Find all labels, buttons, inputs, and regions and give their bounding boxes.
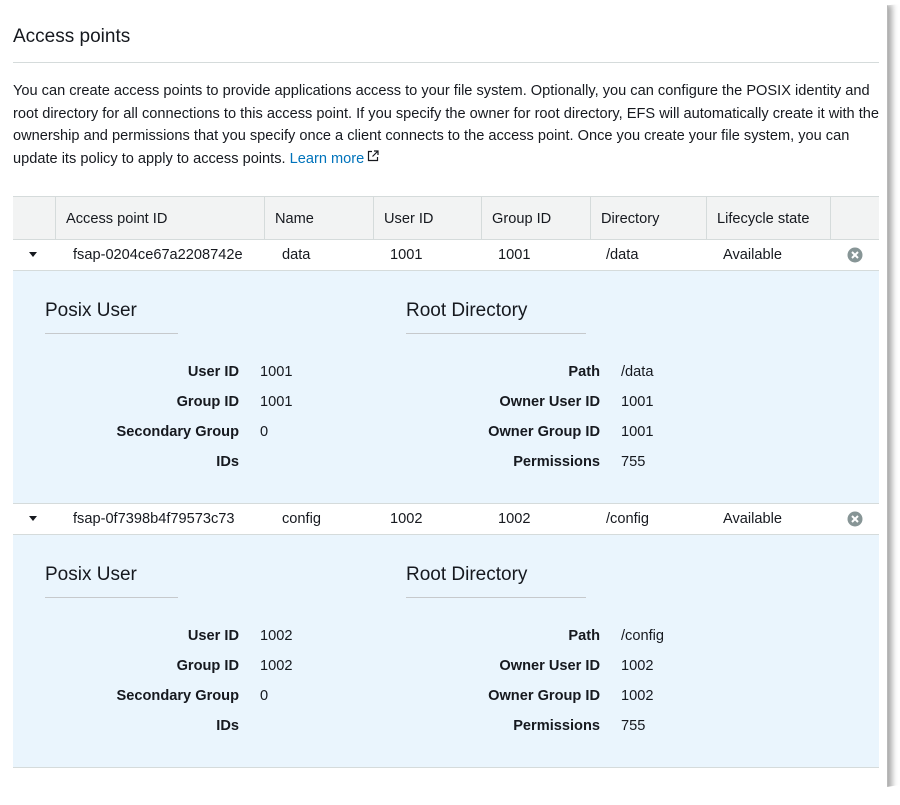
- cell-user-id: 1001: [390, 247, 423, 263]
- secondary-group-value: 0: [260, 424, 269, 440]
- cell-lifecycle-state: Available: [723, 247, 782, 263]
- remove-access-point-icon[interactable]: [847, 511, 863, 527]
- user-id-value: 1002: [260, 628, 293, 644]
- column-header-group-id[interactable]: Group ID: [482, 197, 551, 239]
- user-id-label: User ID: [187, 628, 239, 644]
- permissions-value: 755: [621, 718, 646, 734]
- access-point-details: Posix User Root Directory User ID 1001 G…: [13, 270, 879, 504]
- group-id-value: 1001: [260, 394, 293, 410]
- permissions-label: Permissions: [513, 718, 600, 734]
- owner-group-id-label: Owner Group ID: [488, 424, 600, 440]
- owner-user-id-value: 1002: [621, 658, 654, 674]
- owner-group-id-value: 1001: [621, 424, 654, 440]
- column-header-name[interactable]: Name: [265, 197, 314, 239]
- cell-access-point-id: fsap-0204ce67a2208742e: [73, 247, 243, 263]
- secondary-group-label-ids: IDs: [216, 454, 239, 470]
- root-directory-divider: [406, 597, 586, 598]
- path-label: Path: [568, 628, 600, 644]
- group-id-label: Group ID: [176, 394, 239, 410]
- secondary-group-label-ids: IDs: [216, 718, 239, 734]
- learn-more-label: Learn more: [289, 150, 365, 167]
- root-directory-divider: [406, 333, 586, 334]
- title-divider: [13, 62, 879, 63]
- cell-lifecycle-state: Available: [723, 511, 782, 527]
- access-point-details: Posix User Root Directory User ID 1002 G…: [13, 534, 879, 768]
- owner-group-id-label: Owner Group ID: [488, 688, 600, 704]
- secondary-group-value: 0: [260, 688, 269, 704]
- posix-user-divider: [45, 597, 178, 598]
- cell-group-id: 1002: [498, 511, 531, 527]
- posix-user-title: Posix User: [45, 300, 137, 321]
- cell-directory: /config: [606, 511, 649, 527]
- access-points-panel: Access points You can create access poin…: [0, 0, 888, 795]
- permissions-label: Permissions: [513, 454, 600, 470]
- permissions-value: 755: [621, 454, 646, 470]
- cell-group-id: 1001: [498, 247, 531, 263]
- header-separator: [830, 197, 831, 239]
- posix-user-divider: [45, 333, 178, 334]
- cell-name: data: [282, 247, 311, 263]
- owner-user-id-value: 1001: [621, 394, 654, 410]
- table-row[interactable]: fsap-0204ce67a2208742e data 1001 1001 /d…: [13, 240, 879, 270]
- owner-user-id-label: Owner User ID: [499, 394, 600, 410]
- cell-name: config: [282, 511, 321, 527]
- table-row[interactable]: fsap-0f7398b4f79573c73 config 1002 1002 …: [13, 504, 879, 534]
- user-id-label: User ID: [187, 364, 239, 380]
- column-header-lifecycle-state[interactable]: Lifecycle state: [707, 197, 809, 239]
- column-header-user-id[interactable]: User ID: [374, 197, 433, 239]
- user-id-value: 1001: [260, 364, 293, 380]
- path-value: /data: [621, 364, 654, 380]
- section-description: You can create access points to provide …: [13, 80, 883, 170]
- root-directory-title: Root Directory: [406, 564, 528, 585]
- secondary-group-label: Secondary Group: [116, 424, 239, 440]
- external-link-icon: [368, 149, 379, 161]
- group-id-value: 1002: [260, 658, 293, 674]
- section-title: Access points: [13, 26, 131, 47]
- posix-user-title: Posix User: [45, 564, 137, 585]
- cell-user-id: 1002: [390, 511, 423, 527]
- owner-user-id-label: Owner User ID: [499, 658, 600, 674]
- description-text: You can create access points to provide …: [13, 83, 879, 167]
- torn-edge-top: [0, 0, 900, 9]
- table-header: Access point ID Name User ID Group ID Di…: [13, 196, 879, 240]
- torn-edge-bottom: [0, 782, 900, 805]
- secondary-group-label: Secondary Group: [116, 688, 239, 704]
- cell-directory: /data: [606, 247, 639, 263]
- learn-more-link[interactable]: Learn more: [289, 149, 380, 167]
- remove-access-point-icon[interactable]: [847, 247, 863, 263]
- cell-access-point-id: fsap-0f7398b4f79573c73: [73, 511, 235, 527]
- root-directory-title: Root Directory: [406, 300, 528, 321]
- column-header-access-point-id[interactable]: Access point ID: [56, 197, 167, 239]
- group-id-label: Group ID: [176, 658, 239, 674]
- expand-caret-icon[interactable]: [29, 252, 37, 257]
- expand-caret-icon[interactable]: [29, 516, 37, 521]
- column-header-directory[interactable]: Directory: [591, 197, 659, 239]
- path-label: Path: [568, 364, 600, 380]
- owner-group-id-value: 1002: [621, 688, 654, 704]
- path-value: /config: [621, 628, 664, 644]
